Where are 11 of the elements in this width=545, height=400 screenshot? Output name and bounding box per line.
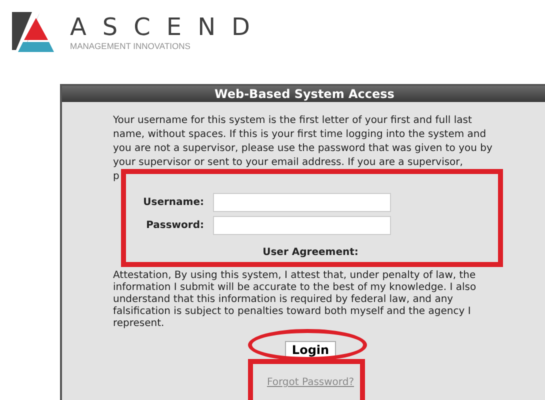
input-field[interactable] xyxy=(213,193,391,212)
logo-tagline: MANAGEMENT INNOVATIONS xyxy=(70,40,192,52)
agreement-text: Attestation, By using this system, I attest that, under penalty of law, the information I submit will be accurate to the best of my knowledge. I also understand that this information is required by federal law, and any falsification is subject to penalties toward both myself and the agency I represent. xyxy=(113,270,478,330)
field-label: Password: xyxy=(145,218,205,232)
panel-title: Web-Based System Access xyxy=(62,86,545,102)
logo-icon xyxy=(12,12,56,54)
input-field[interactable] xyxy=(213,216,391,235)
instructions-text-fragment: p xyxy=(113,170,120,184)
logo-wordmark: ASCEND xyxy=(70,14,266,40)
agreement-heading: User Agreement: xyxy=(262,247,358,259)
field-label: Username: xyxy=(142,196,205,210)
